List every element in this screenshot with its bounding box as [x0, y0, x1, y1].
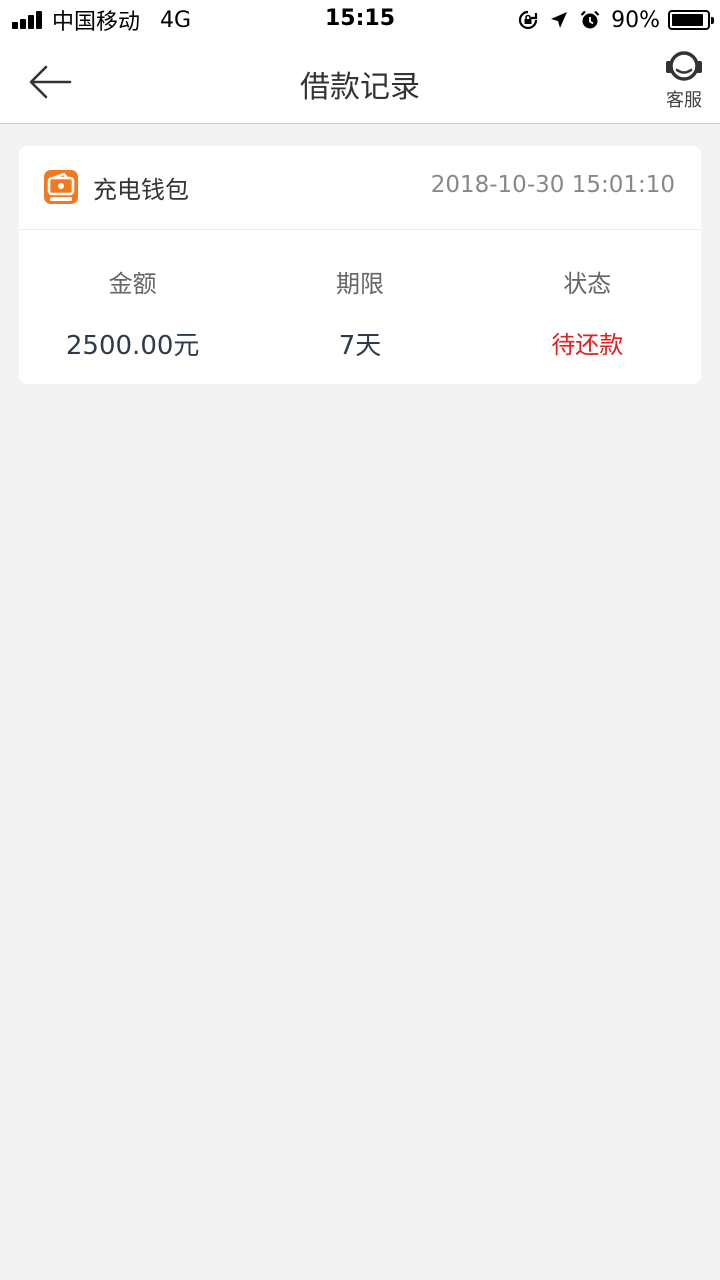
loan-record-card[interactable]: 充电钱包 2018-10-30 15:01:10 金额 2500.00元 期限 … — [19, 146, 701, 384]
status-bar: 中国移动 4G 15:15 90% — [0, 0, 720, 40]
status-right: 90% — [517, 6, 714, 34]
term-value: 7天 — [338, 331, 382, 361]
amount-column: 金额 2500.00元 — [19, 230, 246, 384]
status-badge: 待还款 — [551, 331, 624, 359]
nav-bar: 借款记录 客服 — [0, 40, 720, 124]
customer-service-label: 客服 — [666, 90, 702, 111]
customer-service-button[interactable]: 客服 — [660, 48, 708, 118]
status-column: 状态 待还款 — [474, 230, 701, 384]
battery-percent: 90% — [611, 7, 660, 33]
amount-value: 2500.00元 — [65, 331, 200, 361]
card-header: 充电钱包 2018-10-30 15:01:10 — [19, 146, 701, 230]
alarm-icon — [579, 9, 601, 31]
record-timestamp: 2018-10-30 15:01:10 — [430, 172, 675, 198]
term-column: 期限 7天 — [246, 230, 473, 384]
status-label: 状态 — [563, 270, 612, 298]
rotation-lock-icon — [517, 9, 539, 31]
page-title: 借款记录 — [300, 70, 420, 105]
wallet-app-logo-icon — [44, 170, 78, 204]
card-body: 金额 2500.00元 期限 7天 状态 待还款 — [19, 230, 701, 384]
battery-level — [672, 14, 703, 26]
battery-icon — [668, 10, 714, 30]
headset-icon — [666, 51, 702, 81]
term-label: 期限 — [335, 270, 384, 298]
location-icon — [549, 10, 569, 30]
amount-label: 金额 — [108, 270, 157, 298]
app-name: 充电钱包 — [93, 176, 189, 204]
